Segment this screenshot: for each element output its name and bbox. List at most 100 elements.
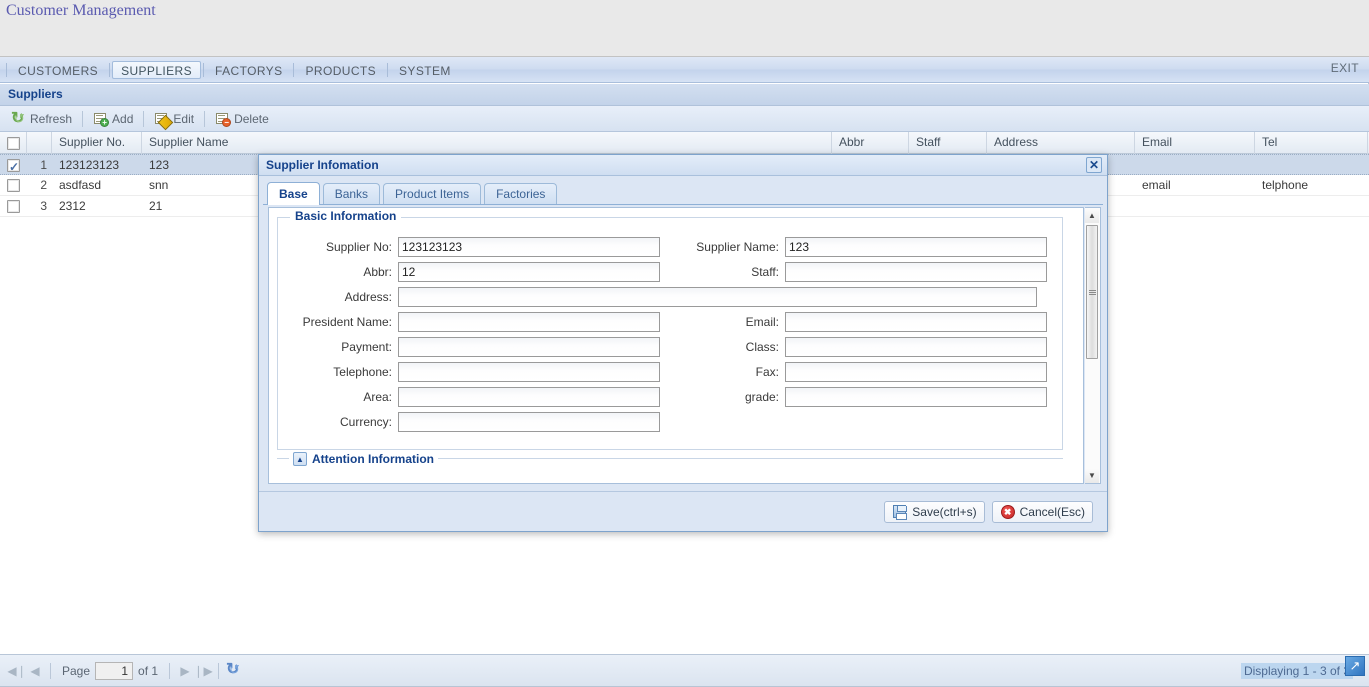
nav-item-customers[interactable]: CUSTOMERS [9, 61, 107, 79]
field-row-currency: Currency: [286, 412, 660, 432]
paging-refresh-icon[interactable] [225, 659, 243, 680]
tab-banks[interactable]: Banks [322, 183, 381, 204]
refresh-button[interactable]: Refresh [6, 108, 77, 129]
next-page-button[interactable]: ▶ [176, 662, 194, 680]
nav-divider [203, 63, 205, 77]
displaying-status: Displaying 1 - 3 of 3 [1240, 663, 1353, 679]
collapse-toggle-icon[interactable]: ▲ [293, 452, 307, 466]
column-header-staff[interactable]: Staff [909, 132, 987, 154]
input-email[interactable] [785, 312, 1047, 332]
cell-supplier_no: 123123123 [59, 158, 120, 172]
input-grade[interactable] [785, 387, 1047, 407]
dialog-footer: Save(ctrl+s) Cancel(Esc) [259, 491, 1107, 531]
input-currency[interactable] [398, 412, 660, 432]
nav-divider [109, 63, 111, 77]
nav-divider [293, 63, 295, 77]
input-supplier-name[interactable] [785, 237, 1047, 257]
row-checkbox[interactable] [7, 178, 20, 192]
nav-item-system[interactable]: SYSTEM [390, 61, 460, 79]
row-checkbox[interactable] [7, 199, 20, 213]
label-payment: Payment: [341, 340, 392, 354]
tab-factories[interactable]: Factories [484, 183, 558, 204]
resize-grip-icon[interactable]: ↗ [1345, 656, 1365, 676]
cell-supplier_no: 2312 [59, 199, 86, 213]
exit-link[interactable]: EXIT [1331, 61, 1359, 75]
form-vertical-scrollbar[interactable]: ▲ ▼ [1085, 207, 1101, 484]
scrollbar-thumb[interactable] [1086, 225, 1098, 359]
column-header-address[interactable]: Address [987, 132, 1135, 154]
column-header-abbr[interactable]: Abbr [832, 132, 909, 154]
scroll-up-icon[interactable]: ▲ [1085, 208, 1099, 223]
label-class: Class: [745, 340, 779, 354]
column-header-supplier-name[interactable]: Supplier Name [142, 132, 832, 154]
cell-tel [1255, 196, 1368, 216]
label-currency: Currency: [339, 415, 392, 429]
input-staff[interactable] [785, 262, 1047, 282]
input-telephone[interactable] [398, 362, 660, 382]
row-checkbox[interactable] [7, 157, 20, 175]
input-address[interactable] [398, 287, 1037, 307]
grid-toolbar: Refresh + Add Edit − Delete [0, 106, 1369, 132]
last-page-button[interactable]: ❘▶ [193, 662, 212, 680]
field-row-telephone: Telephone: [286, 362, 660, 382]
nav-item-products[interactable]: PRODUCTS [296, 61, 385, 79]
input-abbr[interactable] [398, 262, 660, 282]
attention-information-legend-wrap: ▲ Attention Information [289, 451, 438, 467]
cell-tel: telphone [1262, 178, 1309, 192]
add-button-label: Add [112, 111, 134, 126]
close-icon[interactable]: ✕ [1086, 157, 1102, 173]
row-number-cell: 3 [40, 199, 47, 213]
cell-tel [1255, 155, 1368, 175]
paging-divider [50, 662, 51, 679]
scroll-down-icon[interactable]: ▼ [1085, 468, 1099, 483]
field-row-area: Area: [286, 387, 660, 407]
tab-base[interactable]: Base [267, 182, 320, 205]
nav-item-factorys[interactable]: FACTORYS [206, 61, 291, 79]
input-fax[interactable] [785, 362, 1047, 382]
field-row-supplier-no: Supplier No: [286, 237, 660, 257]
select-all-header[interactable] [0, 132, 27, 154]
row-select-cell[interactable] [0, 196, 27, 216]
nav-items-container: CUSTOMERS SUPPLIERS FACTORYS PRODUCTS SYSTEM [4, 57, 460, 83]
delete-button-label: Delete [234, 111, 269, 126]
select-all-checkbox[interactable] [6, 136, 20, 150]
cancel-button-label: Cancel(Esc) [1019, 504, 1085, 519]
row-select-cell[interactable] [0, 175, 27, 195]
nav-divider [6, 63, 7, 77]
add-button[interactable]: + Add [88, 109, 138, 129]
refresh-icon [11, 108, 27, 128]
tab-product-items[interactable]: Product Items [383, 183, 482, 204]
input-president-name[interactable] [398, 312, 660, 332]
paging-toolbar: ◀❘ ◀ Page of 1 ▶ ❘▶ Displaying 1 - 3 of … [0, 654, 1369, 686]
input-supplier-no[interactable] [398, 237, 660, 257]
nav-item-suppliers[interactable]: SUPPLIERS [112, 61, 202, 79]
first-page-button[interactable]: ◀❘ [7, 662, 26, 680]
column-header-supplier-no[interactable]: Supplier No. [52, 132, 142, 154]
edit-icon [154, 111, 174, 130]
grid-header-row: Supplier No. Supplier Name Abbr Staff Addres… [0, 132, 1369, 154]
dialog-body: Basic Information Supplier No: Abbr: Addre… [268, 207, 1101, 637]
paging-divider [169, 662, 171, 679]
prev-page-button[interactable]: ◀ [26, 662, 44, 680]
column-header-tel[interactable]: Tel [1255, 132, 1368, 154]
attention-information-fieldset: ▲ Attention Information [277, 451, 1063, 480]
cancel-button[interactable]: Cancel(Esc) [991, 500, 1093, 523]
page-total-label: of 1 [138, 663, 159, 678]
save-button[interactable]: Save(ctrl+s) [884, 500, 985, 523]
input-area[interactable] [398, 387, 660, 407]
label-staff: Staff: [751, 265, 779, 279]
add-icon: + [93, 111, 110, 127]
column-header-email[interactable]: Email [1135, 132, 1255, 154]
input-class[interactable] [785, 337, 1047, 357]
label-president-name: President Name: [302, 315, 392, 329]
page-number-input[interactable] [95, 661, 134, 680]
nav-divider [387, 63, 389, 77]
label-supplier-no: Supplier No: [325, 240, 392, 254]
delete-button[interactable]: − Delete [210, 109, 274, 129]
panel-header-title: Suppliers [8, 87, 63, 101]
edit-button[interactable]: Edit [149, 109, 199, 130]
field-row-email: Email: [673, 312, 1047, 332]
input-payment[interactable] [398, 337, 660, 357]
refresh-button-label: Refresh [30, 111, 73, 126]
row-select-cell[interactable] [0, 155, 27, 175]
